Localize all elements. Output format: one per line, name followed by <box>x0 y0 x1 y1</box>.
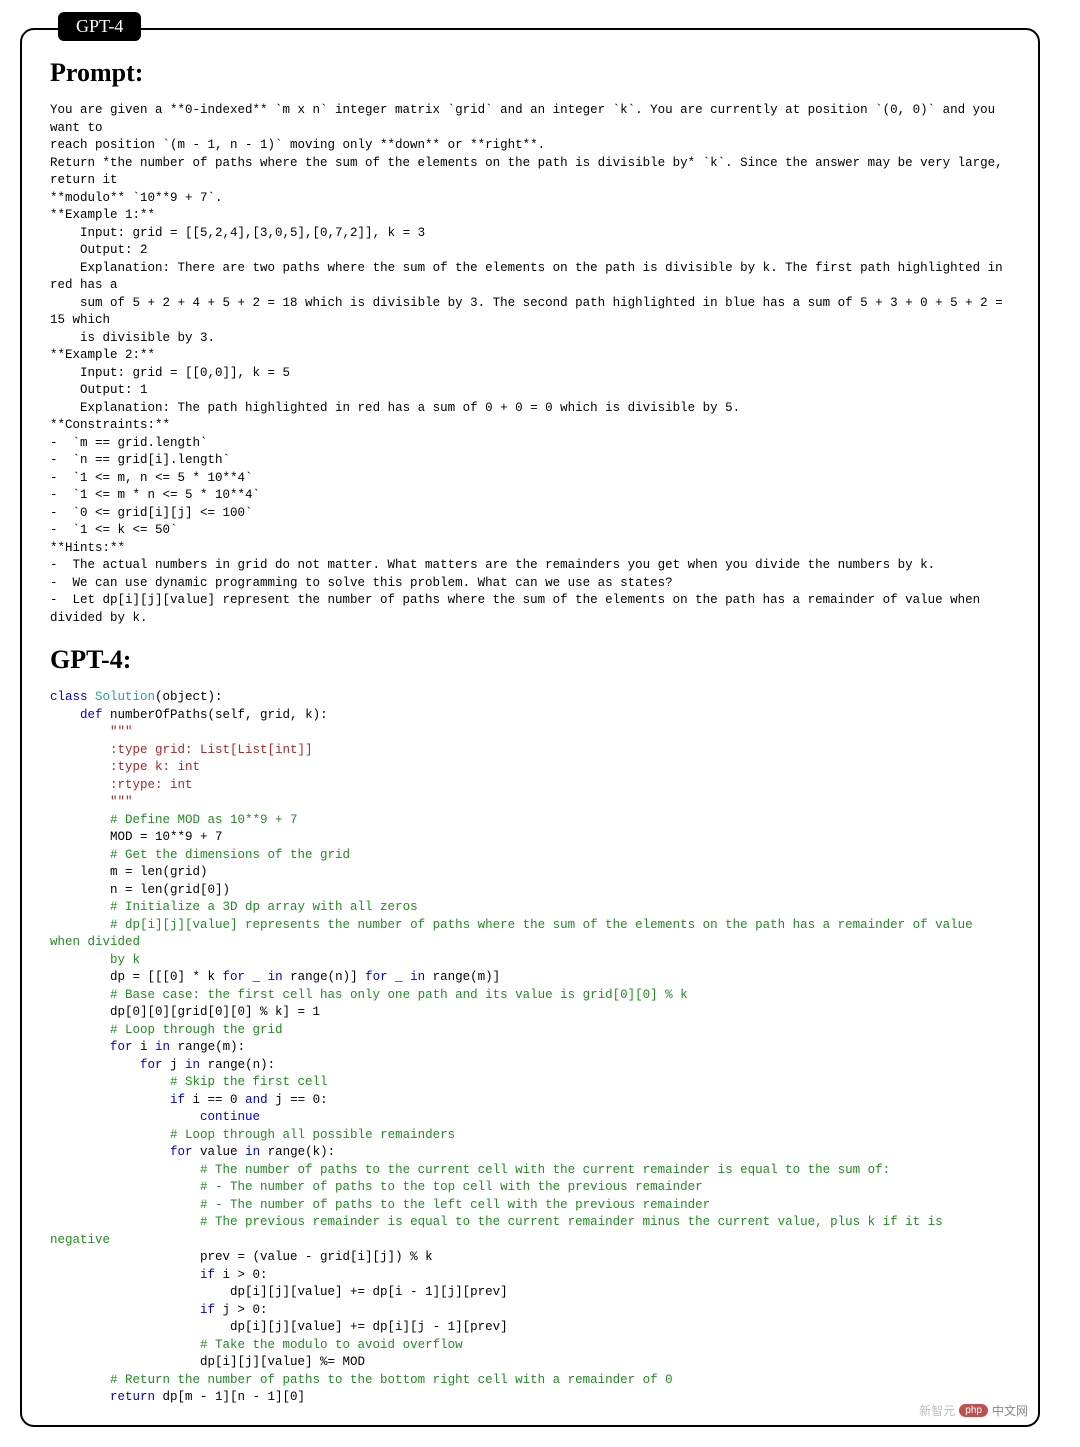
prompt-heading: Prompt: <box>50 58 1010 88</box>
watermark-brand: php <box>959 1404 988 1417</box>
model-tag: GPT-4 <box>58 12 141 41</box>
watermark: 新智元 php 中文网 <box>919 1402 1028 1419</box>
figure-box: GPT-4 Prompt: You are given a **0-indexe… <box>20 28 1040 1427</box>
watermark-sub: 新智元 <box>919 1402 955 1419</box>
answer-heading: GPT-4: <box>50 645 1010 675</box>
answer-code: class Solution(object): def numberOfPath… <box>50 689 1010 1407</box>
prompt-text: You are given a **0-indexed** `m x n` in… <box>50 102 1010 627</box>
watermark-text: 中文网 <box>992 1402 1028 1419</box>
